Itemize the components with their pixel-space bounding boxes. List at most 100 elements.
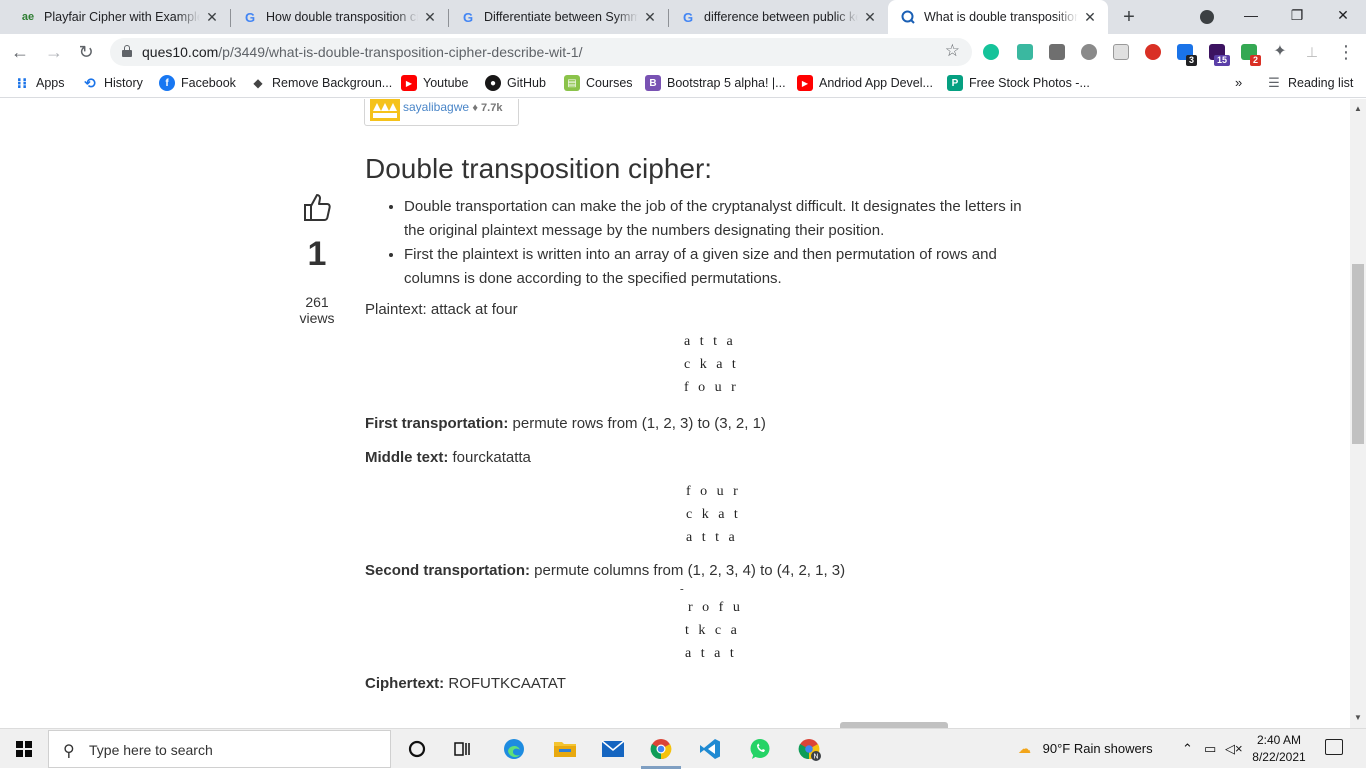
- ques10-favicon: [900, 9, 916, 25]
- windows-start-icon[interactable]: [16, 741, 32, 757]
- chrome-profile-icon[interactable]: N: [797, 737, 821, 761]
- thumbs-up-icon[interactable]: [301, 191, 333, 223]
- reading-list-icon: ☰: [1268, 75, 1280, 90]
- close-icon[interactable]: ✕: [1082, 9, 1098, 26]
- vscode-icon[interactable]: [698, 737, 722, 761]
- taskbar-search-box[interactable]: ⚲ Type here to search: [48, 730, 391, 768]
- scroll-down-arrow-icon[interactable]: ▼: [1350, 710, 1366, 726]
- lock-icon[interactable]: [122, 45, 132, 57]
- close-icon[interactable]: ✕: [862, 9, 878, 26]
- bookmark-remove-bg[interactable]: ◆ Remove Backgroun...: [250, 75, 392, 91]
- extension-icon[interactable]: [1017, 44, 1033, 60]
- courses-icon: ▤: [564, 75, 580, 91]
- bookmark-free-stock[interactable]: P Free Stock Photos -...: [947, 75, 1090, 91]
- edge-browser-icon[interactable]: [502, 737, 526, 761]
- tab-title: How double transposition cip: [266, 10, 418, 24]
- tab-search-icon[interactable]: [1200, 10, 1214, 24]
- eyedropper-icon[interactable]: [1049, 44, 1065, 60]
- close-icon[interactable]: ✕: [422, 9, 438, 26]
- bookmark-courses[interactable]: ▤ Courses: [564, 75, 633, 91]
- extension-badge: 15: [1214, 55, 1231, 66]
- bookmarks-bar: ⁝⁝ Apps ⟲ History f Facebook ◆ Remove Ba…: [0, 70, 1366, 98]
- weather-widget[interactable]: ☁ 90°F Rain showers: [1018, 741, 1153, 757]
- tab-what-is-double[interactable]: What is double transposition ✕: [888, 0, 1108, 34]
- bookmark-android-dev[interactable]: ▶ Andriod App Devel...: [797, 75, 933, 91]
- extension-badge: 3: [1186, 55, 1198, 66]
- vertical-scrollbar[interactable]: ▲ ▼: [1350, 99, 1366, 728]
- chrome-icon[interactable]: [649, 737, 673, 761]
- window-icon[interactable]: [1113, 44, 1129, 60]
- minimize-button[interactable]: —: [1228, 0, 1274, 30]
- matrix-plaintext: a t t a c k a t f o u r: [684, 330, 739, 399]
- mail-icon[interactable]: [601, 737, 625, 761]
- bullet-list: Double transportation can make the job o…: [365, 195, 1045, 291]
- profile-icon[interactable]: ⊥: [1300, 40, 1324, 64]
- github-icon: ●: [485, 75, 501, 91]
- bookmark-star-icon[interactable]: ☆: [945, 41, 960, 61]
- close-icon[interactable]: ✕: [204, 9, 220, 26]
- reading-list-button[interactable]: ☰ Reading list: [1266, 75, 1353, 91]
- restore-button[interactable]: ❐: [1274, 0, 1320, 30]
- url-text[interactable]: ques10.com/p/3449/what-is-double-transpo…: [142, 44, 582, 60]
- tab-title: Playfair Cipher with Examples: [44, 10, 200, 24]
- tab-how-double[interactable]: G How double transposition cip ✕: [230, 0, 448, 34]
- scroll-up-arrow-icon[interactable]: ▲: [1350, 101, 1366, 117]
- matrix-row: a t a t: [685, 646, 737, 661]
- author-card[interactable]: sayalibagwe ♦ 7.7k: [364, 99, 519, 126]
- bookmark-apps[interactable]: ⁝⁝ Apps: [14, 75, 65, 91]
- puzzle-icon[interactable]: ✦: [1268, 40, 1292, 64]
- matrix-row: t k c a: [685, 623, 740, 638]
- weather-icon: ☁: [1018, 741, 1031, 756]
- bookmark-bootstrap[interactable]: B Bootstrap 5 alpha! |...: [645, 75, 786, 91]
- bookmark-facebook[interactable]: f Facebook: [159, 75, 236, 91]
- list-item: First the plaintext is written into an a…: [404, 243, 1045, 291]
- close-icon[interactable]: ✕: [642, 9, 658, 26]
- extension-badge: 2: [1250, 55, 1262, 66]
- clock-date: 8/22/2021: [1252, 750, 1306, 764]
- bookmark-github[interactable]: ● GitHub: [485, 75, 546, 91]
- tab-playfair[interactable]: ae Playfair Cipher with Examples ✕: [8, 0, 230, 34]
- matrix-cipher: r o f u t k c a a t a t: [685, 596, 743, 665]
- page-title: Double transposition cipher:: [365, 153, 713, 184]
- playfair-favicon: ae: [21, 11, 35, 23]
- google-g-icon: G: [682, 9, 694, 25]
- window-close-button[interactable]: ✕: [1320, 0, 1366, 30]
- second-transportation: Second transportation: permute columns f…: [365, 562, 846, 579]
- tray-expand-icon[interactable]: ⌃: [1182, 741, 1193, 757]
- search-icon: ⚲: [63, 743, 75, 760]
- notification-center-icon[interactable]: [1325, 739, 1343, 755]
- file-explorer-icon[interactable]: [553, 737, 577, 761]
- menu-kebab-icon[interactable]: ⋮: [1334, 40, 1358, 64]
- apps-grid-icon: ⁝⁝: [16, 74, 28, 91]
- cortana-icon[interactable]: [405, 737, 429, 761]
- avatar[interactable]: [370, 99, 400, 121]
- youtube-icon: ▶: [401, 75, 417, 91]
- matrix-row: f o u r: [684, 380, 739, 395]
- history-icon: ⟲: [84, 74, 96, 91]
- bookmark-youtube[interactable]: ▶ Youtube: [401, 75, 468, 91]
- network-icon[interactable]: ▭: [1204, 741, 1216, 757]
- back-arrow-icon[interactable]: ←: [8, 40, 32, 64]
- bug-icon[interactable]: [1081, 44, 1097, 60]
- bookmark-history[interactable]: ⟲ History: [82, 75, 143, 91]
- task-view-icon[interactable]: [451, 737, 475, 761]
- ladybug-icon[interactable]: [1145, 44, 1161, 60]
- tab-difference[interactable]: G difference between public key ✕: [668, 0, 888, 34]
- first-transportation: First transportation: permute rows from …: [365, 415, 766, 432]
- new-tab-button[interactable]: +: [1116, 4, 1142, 30]
- whatsapp-icon[interactable]: [748, 737, 772, 761]
- reload-icon[interactable]: ↻: [74, 40, 98, 64]
- weather-text: 90°F Rain showers: [1042, 741, 1153, 756]
- forward-arrow-icon[interactable]: →: [42, 40, 66, 64]
- matrix-row: r o f u: [688, 600, 743, 615]
- google-g-icon: G: [462, 9, 474, 25]
- scroll-thumb[interactable]: [1352, 264, 1364, 444]
- tab-differentiate[interactable]: G Differentiate between Symme ✕: [448, 0, 668, 34]
- author-name[interactable]: sayalibagwe: [403, 100, 469, 114]
- taskbar-clock[interactable]: 2:40 AM 8/22/2021: [1248, 732, 1310, 766]
- volume-muted-icon[interactable]: ◁×: [1225, 741, 1243, 757]
- grammarly-icon[interactable]: [983, 44, 999, 60]
- matrix-middle: f o u r c k a t a t t a: [686, 480, 741, 549]
- address-bar[interactable]: ques10.com/p/3449/what-is-double-transpo…: [110, 38, 972, 66]
- bookmarks-overflow-button[interactable]: »: [1235, 75, 1242, 90]
